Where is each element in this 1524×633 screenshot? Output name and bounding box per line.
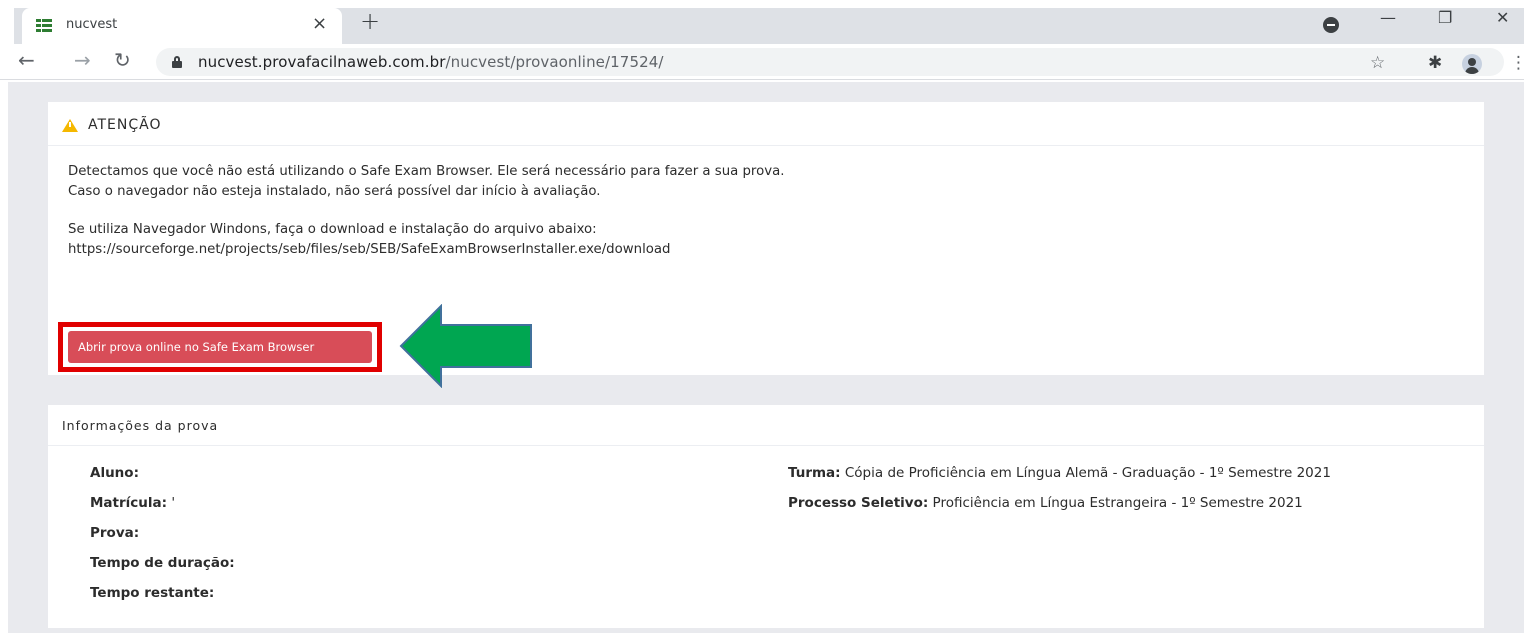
matricula-value: ' (167, 495, 176, 511)
alert-message-line3: Se utiliza Navegador Windons, faça o dow… (68, 222, 597, 237)
processo-row: Processo Seletivo: Proficiência em Língu… (788, 495, 1303, 511)
processo-value: Proficiência em Língua Estrangeira - 1º … (928, 495, 1303, 511)
tab-favicon-icon (36, 19, 52, 32)
arrow-annotation-icon (399, 304, 532, 388)
alert-header: ATENÇÃO (48, 102, 1484, 146)
extensions-icon[interactable]: ✱ (1428, 53, 1442, 73)
restante-label: Tempo restante: (90, 585, 215, 601)
url-text[interactable]: nucvest.provafacilnaweb.com.br/nucvest/p… (198, 53, 664, 71)
browser-tab[interactable]: nucvest × (22, 8, 342, 44)
processo-label: Processo Seletivo: (788, 495, 929, 511)
url-domain: nucvest.provafacilnaweb.com.br (198, 53, 446, 71)
warning-icon (62, 119, 78, 132)
star-icon[interactable]: ☆ (1370, 53, 1385, 73)
lock-icon[interactable] (172, 56, 182, 68)
media-indicator-icon[interactable] (1323, 17, 1339, 33)
tab-close-icon[interactable]: × (312, 13, 327, 34)
forward-icon[interactable]: → (74, 48, 91, 72)
profile-icon[interactable] (1462, 54, 1482, 74)
prova-label: Prova: (90, 525, 140, 541)
aluno-label: Aluno: (90, 465, 139, 481)
alert-title: ATENÇÃO (88, 117, 162, 133)
menu-icon[interactable]: ⋮ (1510, 53, 1524, 73)
exam-info-header: Informações da prova (48, 405, 1484, 446)
browser-toolbar: ← → ↻ nucvest.provafacilnaweb.com.br/nuc… (0, 44, 1524, 80)
reload-icon[interactable]: ↻ (114, 48, 131, 72)
back-icon[interactable]: ← (18, 48, 35, 72)
exam-info-title: Informações da prova (62, 418, 219, 433)
turma-value: Cópia de Proficiência em Língua Alemã - … (840, 465, 1331, 481)
open-safe-exam-browser-button[interactable]: Abrir prova online no Safe Exam Browser (68, 331, 372, 363)
matricula-row: Matrícula: ' (90, 495, 175, 511)
new-tab-button[interactable]: + (360, 7, 380, 35)
tab-title: nucvest (66, 17, 118, 32)
page-content: ATENÇÃO Detectamos que você não está uti… (8, 82, 1524, 633)
matricula-label: Matrícula: (90, 495, 168, 511)
close-window-button[interactable]: ✕ (1496, 8, 1509, 27)
url-path: /nucvest/provaonline/17524/ (445, 53, 664, 71)
turma-row: Turma: Cópia de Proficiência em Língua A… (788, 465, 1331, 481)
restore-button[interactable]: ❐ (1438, 8, 1452, 27)
minimize-button[interactable]: — (1380, 8, 1396, 27)
alert-message-line1: Detectamos que você não está utilizando … (68, 164, 785, 179)
alert-message-line2: Caso o navegador não esteja instalado, n… (68, 184, 601, 199)
turma-label: Turma: (788, 465, 841, 481)
tab-strip: nucvest × + — ❐ ✕ (0, 0, 1524, 44)
browser-window: nucvest × + — ❐ ✕ ← → ↻ nucvest.provafac… (0, 0, 1524, 633)
alert-card: ATENÇÃO Detectamos que você não está uti… (48, 102, 1484, 375)
download-link-text: https://sourceforge.net/projects/seb/fil… (68, 242, 671, 257)
duracao-label: Tempo de duração: (90, 555, 235, 571)
exam-info-card: Informações da prova Aluno: Matrícula: '… (48, 405, 1484, 628)
